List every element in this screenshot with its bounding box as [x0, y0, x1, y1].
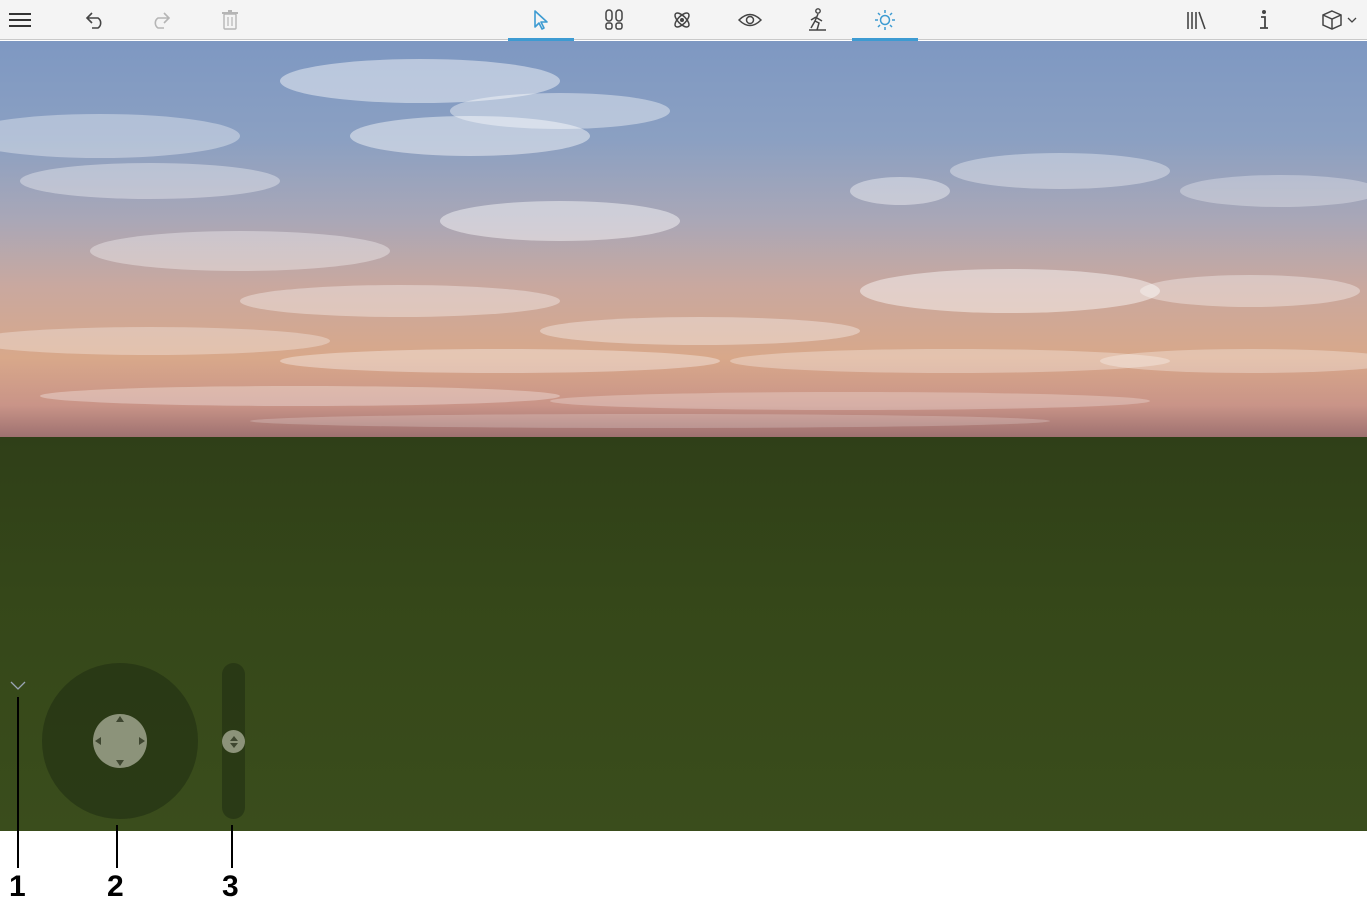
redo-icon [154, 12, 171, 29]
joystick-arrows-icon [95, 716, 145, 766]
chevron-down-icon [1347, 17, 1357, 23]
trash-icon [222, 10, 238, 30]
pointer-arrow-icon [534, 10, 548, 30]
callout-label-3: 3 [222, 870, 239, 899]
select-mode-button[interactable] [508, 0, 574, 41]
elevation-slider[interactable] [222, 663, 245, 819]
callout-line-3 [231, 825, 233, 868]
3d-viewport[interactable] [0, 41, 1367, 831]
view-cube-dropdown[interactable] [1316, 0, 1362, 40]
info-icon [1260, 10, 1268, 29]
menu-icon [9, 13, 31, 27]
view-mode-button[interactable] [734, 0, 766, 40]
walk-mode-button[interactable] [800, 0, 834, 40]
person-walking-icon [809, 8, 826, 31]
callout-label-1: 1 [9, 870, 26, 899]
footprints-mode-button[interactable] [598, 0, 630, 40]
library-button[interactable] [1182, 0, 1212, 40]
delete-button[interactable] [216, 0, 244, 40]
eye-icon [738, 13, 762, 27]
library-books-icon [1187, 11, 1206, 30]
elevation-knob[interactable] [222, 730, 245, 753]
cube-icon [1322, 10, 1342, 30]
chevron-down-icon [10, 681, 26, 690]
callout-line-2 [116, 825, 118, 868]
footprints-icon [605, 9, 623, 30]
menu-button[interactable] [4, 0, 36, 40]
app-window: 1 2 3 [0, 0, 1367, 899]
undo-button[interactable] [80, 0, 110, 40]
ground-plane [0, 437, 1367, 831]
redo-button[interactable] [146, 0, 176, 40]
undo-icon [85, 12, 102, 29]
orbit-mode-button[interactable] [666, 0, 698, 40]
move-joystick[interactable] [42, 663, 198, 819]
clouds [0, 59, 1367, 428]
callout-line-1 [17, 697, 19, 868]
orbit-icon [674, 12, 690, 28]
sky [0, 41, 1367, 437]
nav-controls-toggle[interactable] [9, 678, 27, 692]
up-down-arrows-icon [229, 735, 238, 748]
lighting-mode-button[interactable] [852, 0, 918, 41]
sun-icon [875, 10, 895, 30]
joystick-knob[interactable] [93, 714, 147, 768]
info-button[interactable] [1252, 0, 1276, 40]
callout-label-2: 2 [107, 870, 124, 899]
top-toolbar [0, 0, 1367, 41]
